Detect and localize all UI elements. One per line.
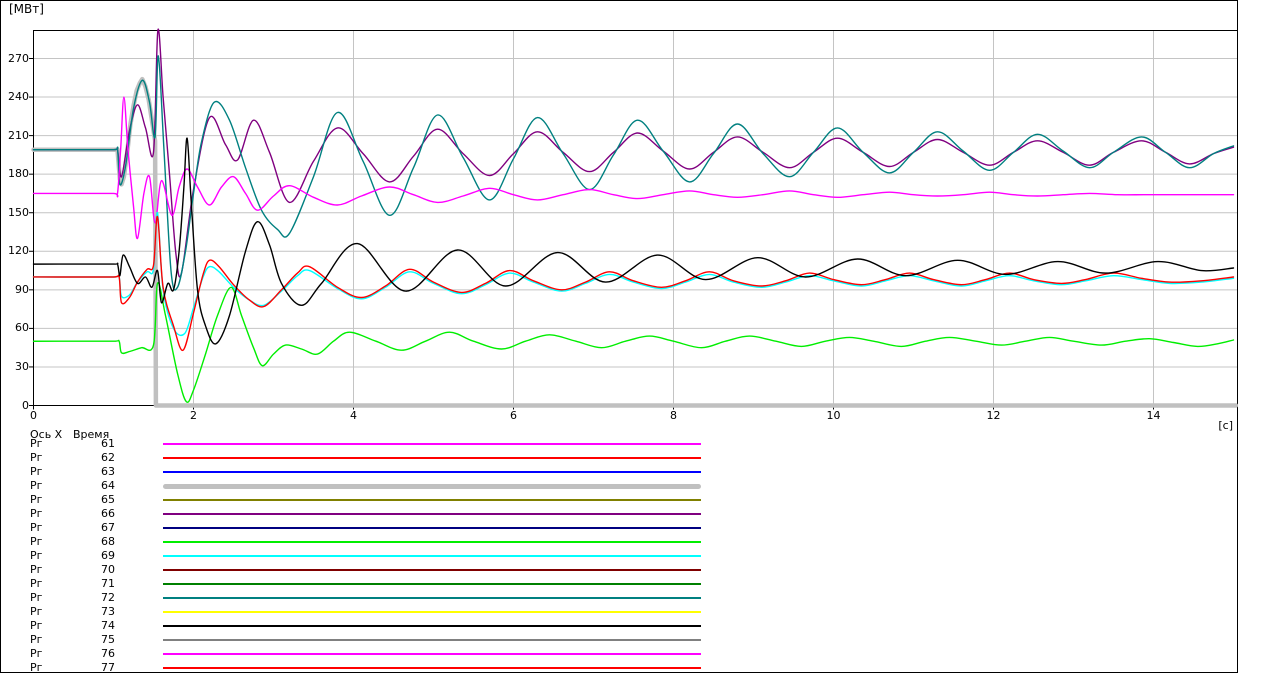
- legend-row-pr65[interactable]: Рг 65: [0, 493, 760, 507]
- legend-row-label: Рг: [30, 493, 43, 506]
- legend-row-value: 68: [101, 535, 115, 548]
- legend-row-value: 69: [101, 549, 115, 562]
- x-tick-label: 12: [986, 409, 1001, 422]
- legend-row-value: 73: [101, 605, 115, 618]
- legend-row-label: Рг: [30, 619, 43, 632]
- legend-color-swatch: [163, 583, 701, 585]
- series-pr66[interactable]: [32, 28, 1235, 278]
- series-pr64[interactable]: [31, 76, 1239, 408]
- legend-color-swatch: [163, 483, 701, 489]
- legend-row-value: 67: [101, 521, 115, 534]
- y-tick-label: 240: [8, 90, 29, 104]
- legend-row-label: Рг: [30, 605, 43, 618]
- legend-row-pr68[interactable]: Рг 68: [0, 535, 760, 549]
- x-axis-unit-label: [c]: [1218, 419, 1233, 432]
- legend-row-pr70[interactable]: Рг 70: [0, 563, 760, 577]
- legend-row-label: Рг: [30, 577, 43, 590]
- legend-row-pr73[interactable]: Рг 73: [0, 605, 760, 619]
- y-axis-unit-label: [МВт]: [9, 2, 44, 16]
- plot-window: [МВт] [c] Ось X Время 0 30 60 90 120 150 180 21…: [0, 0, 1277, 696]
- series-pr69[interactable]: [32, 211, 1235, 337]
- y-tick-label: 90: [15, 282, 29, 296]
- x-tick-label: 6: [510, 409, 517, 422]
- legend-row-pr62[interactable]: Рг 62: [0, 451, 760, 465]
- legend-color-swatch: [163, 513, 701, 515]
- legend-color-swatch: [163, 527, 701, 529]
- x-tick-label: 10: [826, 409, 841, 422]
- legend-color-swatch: [163, 541, 701, 543]
- legend-color-swatch: [163, 625, 701, 627]
- legend-row-value: 77: [101, 661, 115, 674]
- legend-row-label: Рг: [30, 507, 43, 520]
- series-pr74[interactable]: [32, 137, 1235, 345]
- legend-color-swatch: [163, 667, 701, 669]
- legend-color-swatch: [163, 611, 701, 613]
- legend-row-pr63[interactable]: Рг 63: [0, 465, 760, 479]
- legend-row-value: 65: [101, 493, 115, 506]
- legend-row-value: 74: [101, 619, 115, 632]
- legend-color-swatch: [163, 653, 701, 655]
- legend-row-value: 63: [101, 465, 115, 478]
- legend-row-value: 70: [101, 563, 115, 576]
- legend-row-value: 72: [101, 591, 115, 604]
- legend-row-label: Рг: [30, 661, 43, 674]
- y-tick-label: 60: [15, 321, 29, 335]
- legend-row-pr77[interactable]: Рг 77: [0, 661, 760, 675]
- y-tick-label: 270: [8, 51, 29, 65]
- legend-row-pr61[interactable]: Рг 61: [0, 437, 760, 451]
- x-tick-label: 4: [350, 409, 357, 422]
- legend-row-pr69[interactable]: Рг 69: [0, 549, 760, 563]
- legend-row-pr64[interactable]: Рг 64: [0, 479, 760, 493]
- legend-color-swatch: [163, 443, 701, 445]
- legend-row-pr75[interactable]: Рг 75: [0, 633, 760, 647]
- legend-row-label: Рг: [30, 563, 43, 576]
- x-tick-label: 0: [30, 409, 37, 422]
- legend-row-label: Рг: [30, 451, 43, 464]
- plot-frame: [33, 30, 1238, 406]
- series-pr72[interactable]: [32, 55, 1235, 291]
- legend-row-value: 62: [101, 451, 115, 464]
- legend-row-value: 75: [101, 633, 115, 646]
- x-tick-label: 2: [190, 409, 197, 422]
- legend-row-value: 64: [101, 479, 115, 492]
- legend-row-value: 61: [101, 437, 115, 450]
- legend-row-pr74[interactable]: Рг 74: [0, 619, 760, 633]
- legend-row-pr67[interactable]: Рг 67: [0, 521, 760, 535]
- legend-row-label: Рг: [30, 479, 43, 492]
- legend-row-label: Рг: [30, 535, 43, 548]
- y-tick-label: 210: [8, 128, 29, 142]
- legend-row-label: Рг: [30, 591, 43, 604]
- legend-color-swatch: [163, 471, 701, 473]
- legend-row-value: 71: [101, 577, 115, 590]
- x-tick-label: 8: [670, 409, 677, 422]
- legend-color-swatch: [163, 639, 701, 641]
- legend-color-swatch: [163, 457, 701, 459]
- legend-row-label: Рг: [30, 437, 43, 450]
- legend-row-label: Рг: [30, 633, 43, 646]
- legend-color-swatch: [163, 569, 701, 571]
- legend-row-pr66[interactable]: Рг 66: [0, 507, 760, 521]
- legend-row-label: Рг: [30, 521, 43, 534]
- x-tick-label: 14: [1146, 409, 1161, 422]
- series-pr62[interactable]: [32, 215, 1235, 351]
- legend-color-swatch: [163, 597, 701, 599]
- legend-row-value: 76: [101, 647, 115, 660]
- legend-row-label: Рг: [30, 549, 43, 562]
- y-tick-label: 150: [8, 205, 29, 219]
- y-tick-label: 30: [15, 359, 29, 373]
- legend-row-pr72[interactable]: Рг 72: [0, 591, 760, 605]
- y-tick-label: 120: [8, 244, 29, 258]
- legend-row-label: Рг: [30, 647, 43, 660]
- legend-row-value: 66: [101, 507, 115, 520]
- legend-color-swatch: [163, 499, 701, 501]
- y-tick-label: 180: [8, 167, 29, 181]
- legend-color-swatch: [163, 555, 701, 557]
- legend-row-label: Рг: [30, 465, 43, 478]
- legend-row-pr71[interactable]: Рг 71: [0, 577, 760, 591]
- legend-row-pr76[interactable]: Рг 76: [0, 647, 760, 661]
